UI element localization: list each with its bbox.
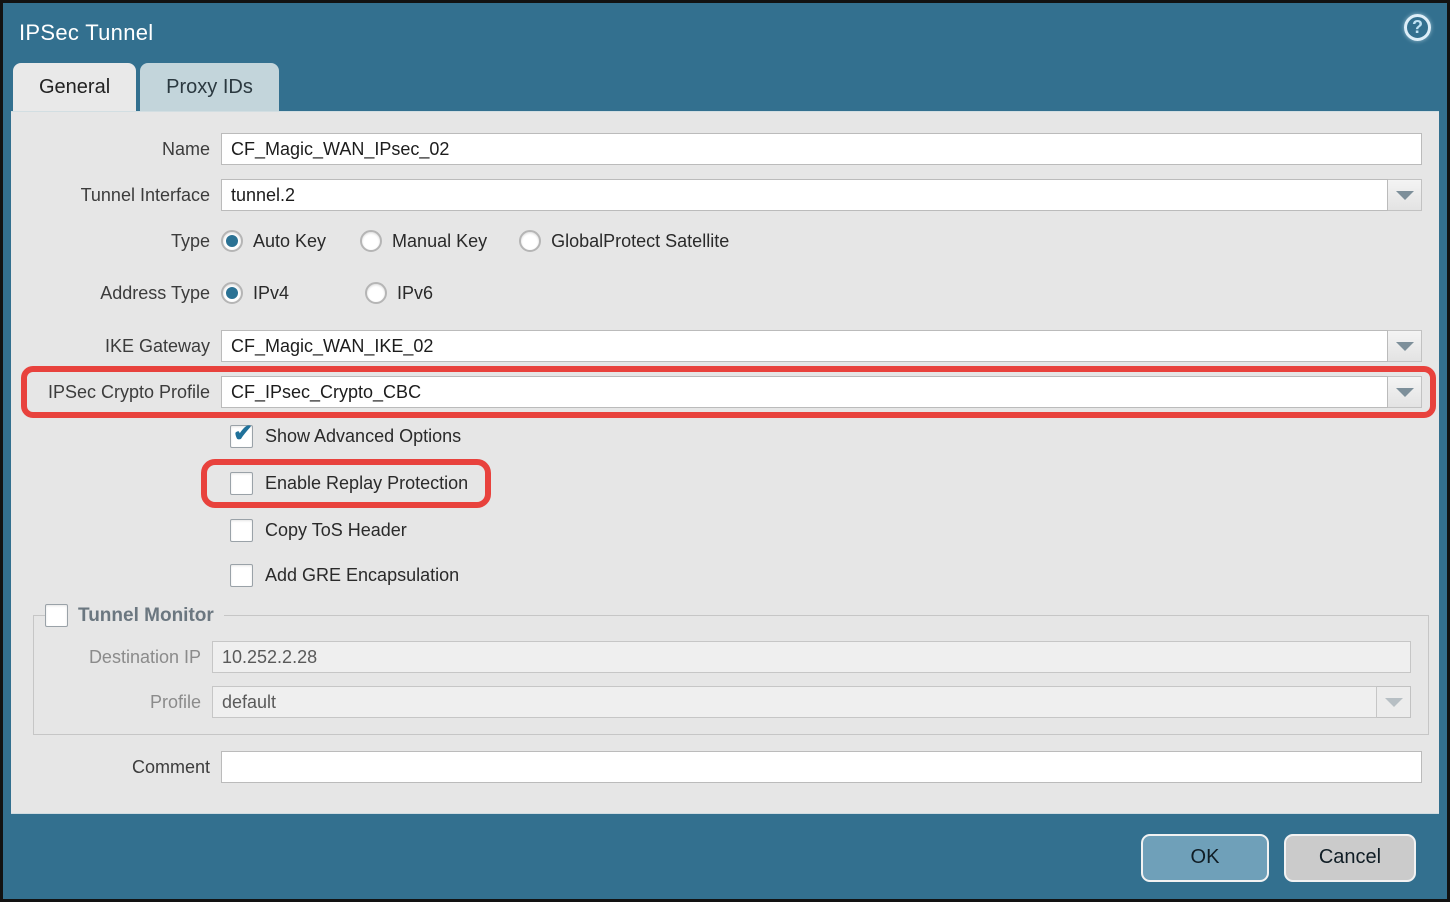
radio-button-icon (360, 230, 382, 252)
checkbox-checked-icon[interactable] (230, 425, 253, 448)
address-type-row: Address Type IPv4 IPv6 (11, 280, 1439, 306)
profile-label: Profile (34, 692, 212, 713)
comment-input[interactable] (221, 751, 1422, 783)
enable-replay-protection-checkbox-row[interactable]: Enable Replay Protection (230, 472, 468, 495)
dialog-title: IPSec Tunnel (19, 20, 153, 46)
tunnel-interface-input[interactable] (221, 179, 1388, 211)
radio-ipv6[interactable]: IPv6 (365, 282, 433, 304)
checkbox-unchecked-icon[interactable] (230, 519, 253, 542)
tab-proxy-ids[interactable]: Proxy IDs (140, 63, 279, 111)
ike-gateway-input[interactable] (221, 330, 1388, 362)
copy-tos-header-checkbox-row[interactable]: Copy ToS Header (230, 519, 407, 542)
name-row: Name (11, 133, 1439, 165)
chevron-down-icon (1396, 342, 1414, 351)
destination-ip-row: Destination IP (34, 641, 1428, 673)
show-advanced-options-checkbox-row[interactable]: Show Advanced Options (230, 425, 461, 448)
destination-ip-label: Destination IP (34, 647, 212, 668)
cancel-button[interactable]: Cancel (1284, 834, 1416, 882)
type-row: Type Auto Key Manual Key GlobalProtect S… (11, 228, 1439, 254)
general-tab-panel: Name Tunnel Interface Type Auto Key (11, 111, 1439, 814)
tunnel-monitor-legend: Tunnel Monitor (45, 604, 224, 627)
comment-label: Comment (11, 757, 221, 778)
type-label: Type (11, 231, 221, 252)
checkbox-unchecked-icon[interactable] (230, 564, 253, 587)
tunnel-monitor-checkbox[interactable] (45, 604, 68, 627)
profile-dropdown-button (1377, 686, 1411, 718)
comment-row: Comment (11, 751, 1439, 783)
ok-button[interactable]: OK (1141, 834, 1269, 882)
help-icon[interactable]: ? (1404, 14, 1431, 41)
ipsec-crypto-profile-label: IPSec Crypto Profile (11, 382, 221, 403)
radio-button-icon (221, 282, 243, 304)
radio-ipv4[interactable]: IPv4 (221, 282, 289, 304)
radio-auto-key[interactable]: Auto Key (221, 230, 326, 252)
destination-ip-input (212, 641, 1411, 673)
address-type-label: Address Type (11, 283, 221, 304)
tab-bar: General Proxy IDs (3, 63, 1447, 111)
chevron-down-icon (1396, 388, 1414, 397)
dialog-titlebar: IPSec Tunnel ? (3, 3, 1447, 63)
name-input[interactable] (221, 133, 1422, 165)
radio-button-icon (365, 282, 387, 304)
profile-row: Profile (34, 686, 1428, 718)
ike-gateway-row: IKE Gateway (11, 330, 1439, 362)
checkbox-unchecked-icon[interactable] (230, 472, 253, 495)
radio-button-icon (221, 230, 243, 252)
chevron-down-icon (1385, 698, 1403, 707)
tunnel-interface-row: Tunnel Interface (11, 179, 1439, 211)
profile-input (212, 686, 1377, 718)
tab-general[interactable]: General (13, 63, 136, 111)
add-gre-encapsulation-checkbox-row[interactable]: Add GRE Encapsulation (230, 564, 459, 587)
radio-manual-key[interactable]: Manual Key (360, 230, 487, 252)
radio-globalprotect-satellite[interactable]: GlobalProtect Satellite (519, 230, 729, 252)
chevron-down-icon (1396, 191, 1414, 200)
tunnel-interface-label: Tunnel Interface (11, 185, 221, 206)
ike-gateway-label: IKE Gateway (11, 336, 221, 357)
name-label: Name (11, 139, 221, 160)
tunnel-monitor-section: Tunnel Monitor Destination IP Profile (33, 604, 1429, 735)
ike-gateway-dropdown-button[interactable] (1388, 330, 1422, 362)
tunnel-interface-dropdown-button[interactable] (1388, 179, 1422, 211)
ipsec-tunnel-dialog: IPSec Tunnel ? General Proxy IDs Name Tu… (0, 0, 1450, 902)
ipsec-crypto-profile-input[interactable] (221, 376, 1388, 408)
radio-button-icon (519, 230, 541, 252)
ipsec-crypto-profile-dropdown-button[interactable] (1388, 376, 1422, 408)
ipsec-crypto-profile-row: IPSec Crypto Profile (11, 376, 1439, 408)
dialog-footer: OK Cancel (3, 816, 1447, 899)
